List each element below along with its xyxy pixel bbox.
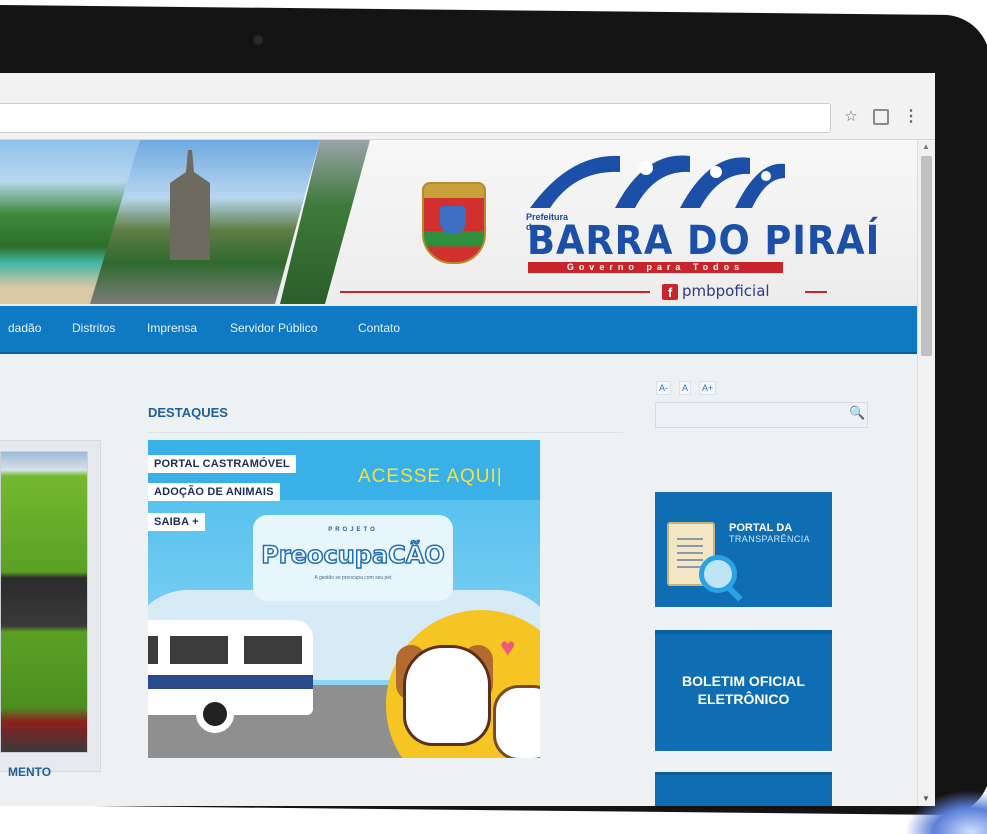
social-divider-left [340, 291, 650, 293]
tag-portal-castramovel[interactable]: PORTAL CASTRAMÓVEL [148, 455, 296, 473]
nav-item-distritos[interactable]: Distritos [72, 321, 115, 335]
browser-toolbar: ☆ ⋮ [0, 73, 935, 140]
dog-illustration [403, 645, 491, 746]
kebab-menu-icon[interactable]: ⋮ [903, 106, 919, 128]
font-increase-button[interactable]: A+ [699, 381, 717, 395]
webcam-icon [254, 36, 262, 44]
tile-subtitle: TRANSPARÊNCIA [729, 534, 811, 544]
ambulance-photo [0, 451, 88, 753]
extension-icon[interactable] [872, 106, 890, 128]
project-kicker: PROJETO [328, 527, 378, 533]
scroll-down-arrow-icon[interactable]: ▼ [922, 794, 930, 803]
tag-saiba-mais[interactable]: SAIBA + [148, 513, 205, 531]
coat-of-arms-icon[interactable] [422, 182, 486, 264]
portal-transparencia-tile[interactable]: PORTAL DA TRANSPARÊNCIA [655, 492, 832, 607]
nav-item-imprensa[interactable]: Imprensa [147, 321, 197, 335]
search-input[interactable] [655, 402, 868, 428]
tag-adocao-animais[interactable]: ADOÇÃO DE ANIMAIS [148, 483, 280, 501]
featured-banner[interactable]: ♥ PORTAL CASTRAMÓVEL ADOÇÃO DE ANIMAIS S… [148, 440, 540, 758]
main-nav: dadão Distritos Imprensa Servidor Públic… [0, 306, 917, 354]
magnifier-handle [725, 584, 743, 602]
cat-illustration [493, 685, 540, 758]
section-title: DESTAQUES [148, 405, 228, 420]
site-header-banner: Prefeitura de BARRA DO PIRAÍ Governo par… [0, 140, 917, 306]
bus-window [148, 636, 158, 664]
scrollbar-thumb[interactable] [921, 156, 932, 356]
facebook-handle-link[interactable]: pmbpoficial [682, 282, 770, 300]
laptop-frame: ☆ ⋮ Prefeitura de BARRA DO PIRAÍ Governo… [0, 0, 987, 834]
bookmark-star-icon[interactable]: ☆ [842, 106, 860, 128]
news-card-left[interactable] [0, 440, 101, 772]
project-tagline: A gestão se preocupa com seu pet [314, 575, 392, 581]
news-card-caption[interactable]: MENTO [8, 765, 51, 779]
bus-wheel [196, 695, 234, 733]
clipboard-lines [677, 538, 703, 568]
logo-title[interactable]: BARRA DO PIRAÍ [527, 218, 880, 264]
font-reset-button[interactable]: A [679, 381, 692, 395]
nav-item-cidadao[interactable]: dadão [8, 321, 41, 335]
address-bar[interactable] [0, 103, 831, 133]
heart-icon: ♥ [500, 632, 516, 662]
scroll-up-arrow-icon[interactable]: ▲ [922, 142, 930, 151]
nav-item-servidor-publico[interactable]: Servidor Público [230, 321, 317, 335]
tile-title: BOLETIM OFICIAL ELETRÔNICO [682, 673, 805, 707]
social-divider-right [805, 291, 827, 293]
bus-window [170, 636, 228, 664]
castramovel-bus-illustration [148, 620, 313, 733]
logo-arches-icon[interactable] [530, 148, 785, 210]
boletim-oficial-tile[interactable]: BOLETIM OFICIAL ELETRÔNICO [655, 630, 832, 751]
logo-motto: Governo para Todos [528, 262, 783, 273]
vertical-scrollbar[interactable]: ▲ ▼ [917, 140, 935, 806]
page-viewport: Prefeitura de BARRA DO PIRAÍ Governo par… [0, 140, 917, 806]
sidebar-tile-partial[interactable] [655, 772, 832, 806]
project-name: PreocupaCÃO [261, 540, 446, 570]
section-divider [148, 432, 623, 433]
coat-of-arms-shield [440, 206, 466, 234]
facebook-icon[interactable]: f [662, 284, 678, 300]
search-icon[interactable]: 🔍 [849, 405, 865, 421]
bus-window [244, 636, 302, 664]
cta-acesse-aqui[interactable]: ACESSE AQUI| [358, 466, 503, 488]
tile-title: PORTAL DA [729, 522, 793, 534]
bus-stripe [148, 675, 313, 689]
nav-item-contato[interactable]: Contato [358, 321, 400, 335]
browser-window: ☆ ⋮ Prefeitura de BARRA DO PIRAÍ Governo… [0, 73, 935, 806]
font-decrease-button[interactable]: A- [656, 381, 671, 395]
project-logo-card: PROJETO PreocupaCÃO A gestão se preocupa… [253, 515, 453, 601]
